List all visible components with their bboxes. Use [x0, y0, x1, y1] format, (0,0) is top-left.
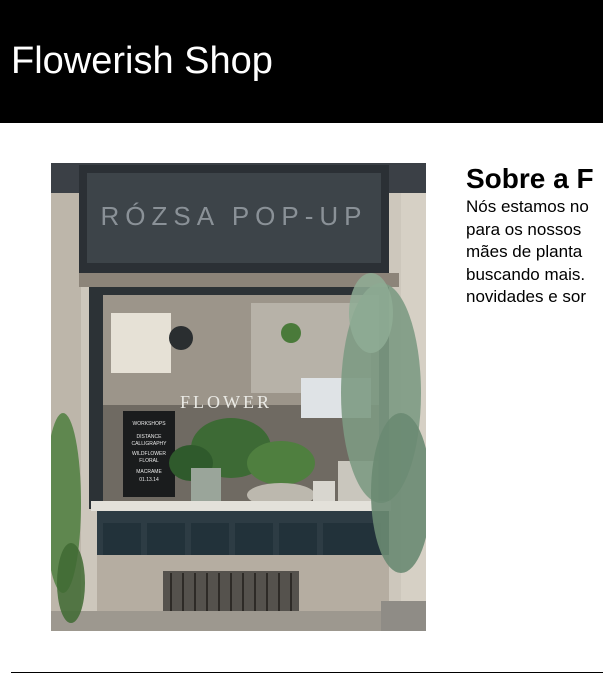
site-title: Flowerish Shop — [11, 40, 273, 82]
chalkboard-line-7: 01.13.14 — [139, 477, 159, 483]
shop-front-photo: RÓZSA POP-UP FLOWER WORKSHOPS DISTANCE C… — [51, 163, 426, 631]
chalkboard-line-1: WORKSHOPS — [132, 421, 166, 427]
site-header: Flowerish Shop — [0, 0, 603, 123]
about-text-line-2: para os nossos — [466, 219, 582, 239]
chalkboard-line-5: FLORAL — [139, 458, 159, 464]
about-text-line-1: Nós estamos no — [466, 197, 589, 216]
about-text-line-4: buscando mais. — [466, 264, 586, 284]
chalkboard-line-4: WILDFLOWER — [132, 451, 166, 457]
window-logo-text: FLOWER — [180, 392, 272, 412]
about-text-line-5: novidades e sor — [466, 287, 587, 306]
chalkboard-line-2: DISTANCE — [137, 434, 163, 440]
shop-front-illustration: RÓZSA POP-UP FLOWER WORKSHOPS DISTANCE C… — [51, 163, 426, 631]
chalkboard-line-6: MACRAME — [136, 469, 162, 475]
about-section: Sobre a F Nós estamos no para os nossos … — [466, 162, 603, 322]
chalkboard-line-3: CALLIGRAPHY — [131, 441, 167, 447]
about-title: Sobre a F — [466, 163, 594, 194]
section-divider — [11, 672, 603, 673]
about-text-line-3: mães de planta — [466, 242, 583, 261]
sign-text: RÓZSA POP-UP — [100, 201, 367, 231]
